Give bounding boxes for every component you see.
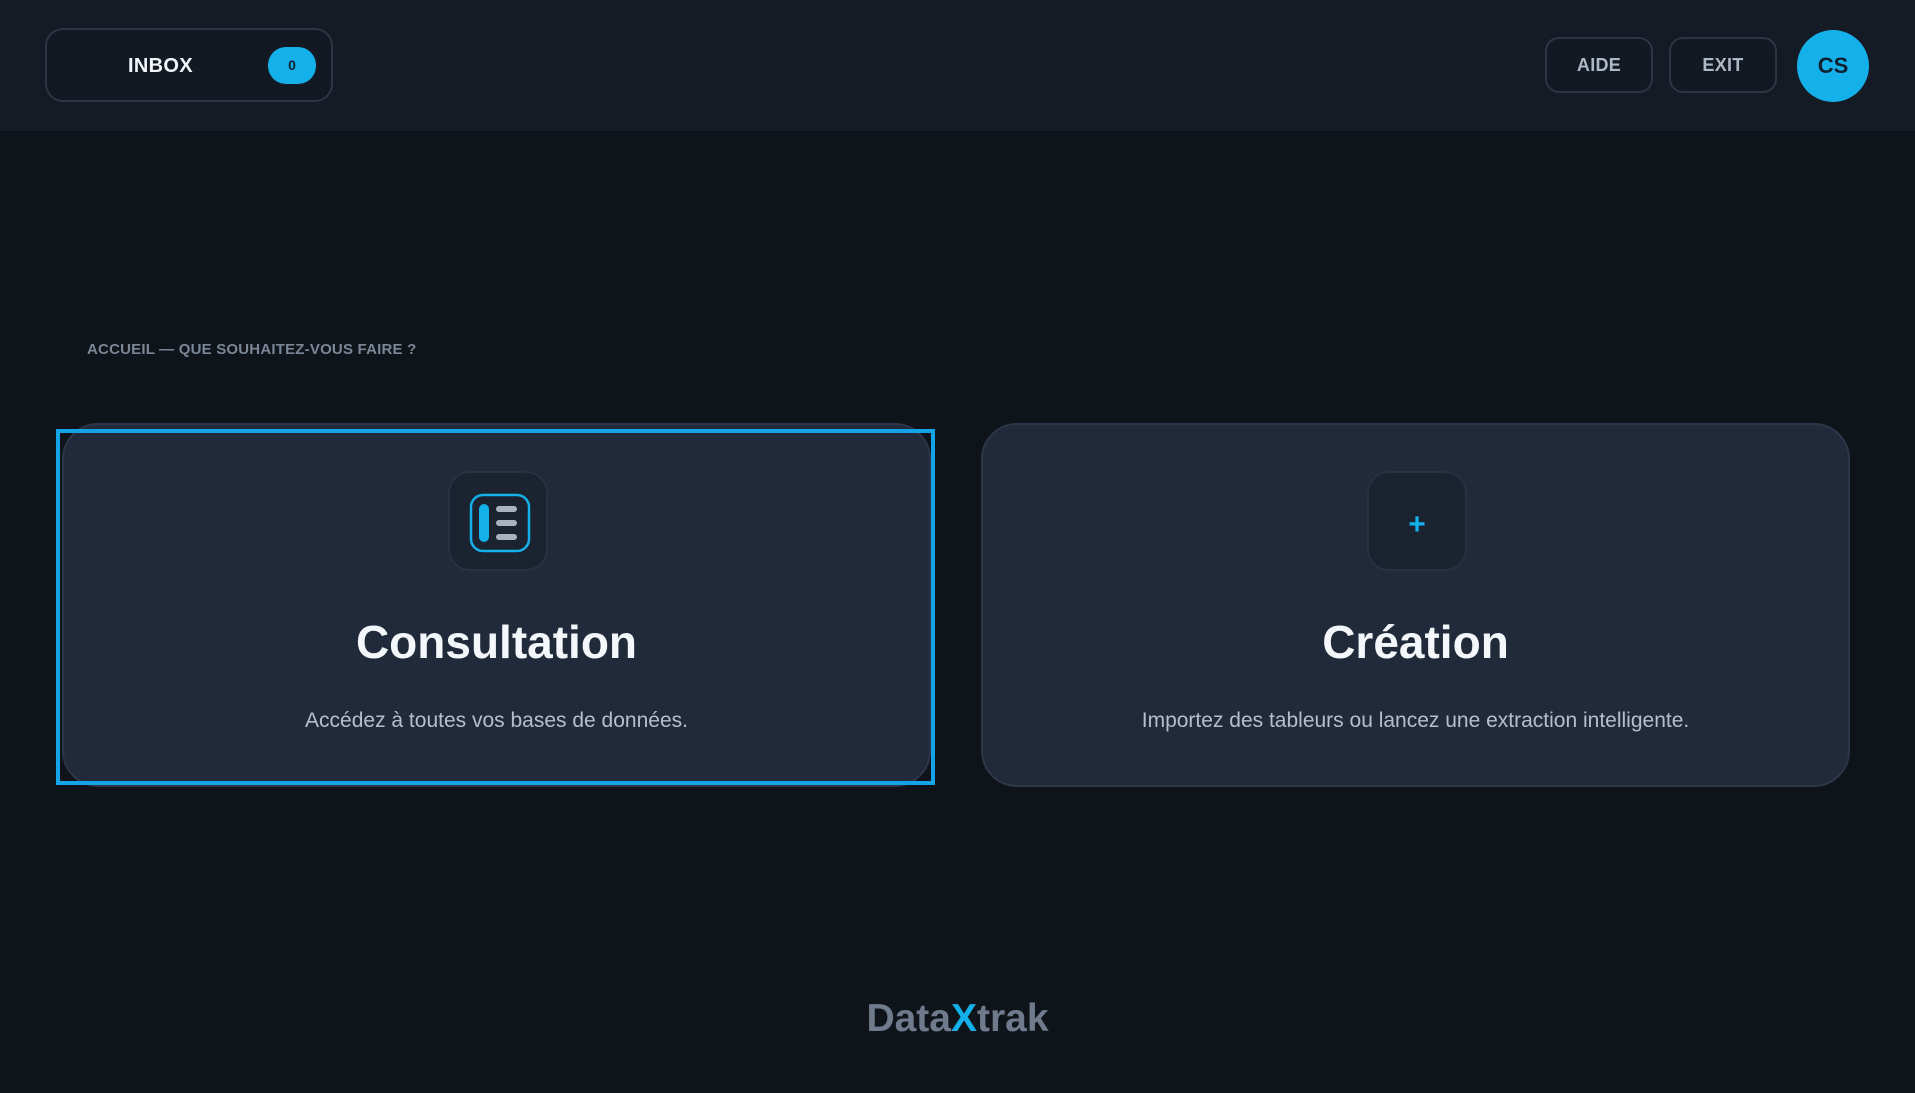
exit-button[interactable]: EXIT: [1669, 37, 1777, 93]
user-avatar[interactable]: CS: [1797, 30, 1869, 102]
card-description: Accédez à toutes vos bases de données.: [305, 709, 688, 732]
creation-card[interactable]: + Création Importez des tableurs ou lanc…: [981, 423, 1850, 787]
card-description: Importez des tableurs ou lancez une extr…: [1141, 709, 1690, 732]
consultation-card[interactable]: Consultation Accédez à toutes vos bases …: [62, 423, 931, 787]
inbox-count-badge: 0: [268, 47, 316, 84]
list-icon: [448, 471, 548, 571]
inbox-button[interactable]: INBOX 0: [45, 28, 333, 102]
list-icon-svg: [469, 493, 531, 553]
top-bar: INBOX 0 AIDE EXIT CS: [0, 0, 1915, 131]
card-title: Création: [1322, 616, 1509, 668]
brand-logo: DataXtrak: [0, 997, 1915, 1041]
brand-accent: X: [950, 997, 977, 1040]
help-button[interactable]: AIDE: [1545, 37, 1653, 93]
card-title: Consultation: [355, 616, 638, 668]
brand-suffix: trak: [977, 997, 1049, 1040]
brand-prefix: Data: [866, 997, 951, 1040]
plus-glyph: +: [1408, 508, 1426, 541]
page-heading: ACCUEIL — QUE SOUHAITEZ-VOUS FAIRE ?: [87, 341, 417, 358]
inbox-label: INBOX: [128, 55, 193, 77]
plus-icon: +: [1367, 471, 1467, 571]
